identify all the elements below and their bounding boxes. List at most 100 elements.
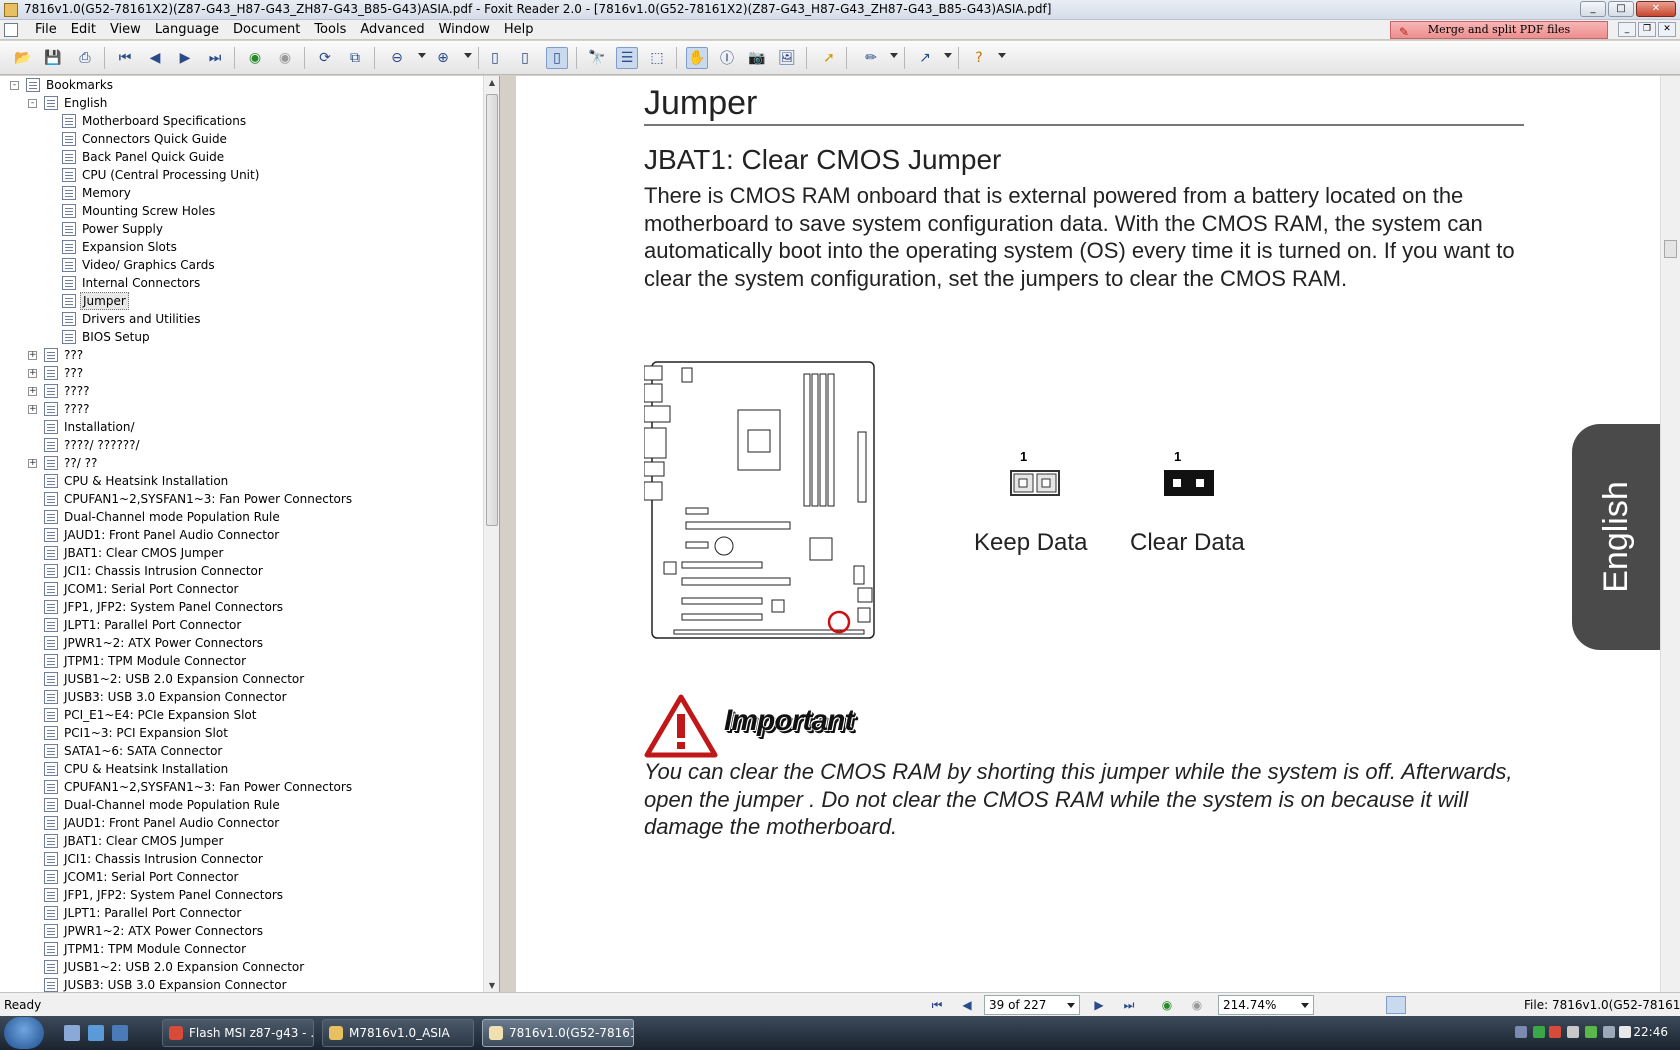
bookmark-item[interactable]: JAUD1: Front Panel Audio Connector [0, 814, 484, 832]
expand-icon[interactable]: + [28, 405, 37, 414]
bookmark-item[interactable]: JTPM1: TPM Module Connector [0, 940, 484, 958]
zoom-field[interactable]: 214.74% [1218, 995, 1314, 1015]
find-icon[interactable]: 🔭 [586, 47, 608, 69]
document-icon[interactable] [4, 23, 18, 37]
menu-file[interactable]: File [28, 22, 64, 38]
bookmark-item[interactable]: PCI1~3: PCI Expansion Slot [0, 724, 484, 742]
minimize-button[interactable]: _ [1580, 1, 1606, 17]
status-forward-icon[interactable]: ◉ [1188, 997, 1206, 1013]
view-continuous-facing-icon[interactable] [1448, 996, 1468, 1014]
single-page-icon[interactable]: ▯ [484, 47, 506, 69]
show-desktop-icon[interactable] [64, 1025, 80, 1041]
tray-display-icon[interactable] [1603, 1026, 1615, 1038]
bookmark-language-group[interactable]: +??? [0, 364, 484, 382]
hand-tool-icon[interactable]: ✋ [686, 47, 708, 69]
bookmark-item[interactable]: Dual-Channel mode Population Rule [0, 796, 484, 814]
bookmark-item[interactable]: JCOM1: Serial Port Connector [0, 580, 484, 598]
bookmark-english[interactable]: - English [0, 94, 484, 112]
help-dropdown-icon[interactable] [998, 53, 1006, 58]
clock[interactable]: 22:46 [1633, 1025, 1668, 1039]
tray-speaker-icon[interactable] [1619, 1026, 1631, 1038]
view-single-icon[interactable] [1356, 996, 1376, 1014]
fit-page-icon[interactable]: ▯ [514, 47, 536, 69]
expand-icon[interactable]: + [28, 369, 37, 378]
bookmark-language-group[interactable]: +???? [0, 400, 484, 418]
forward-icon[interactable]: ◉ [274, 47, 296, 69]
status-last-page-icon[interactable]: ⏭ [1120, 997, 1138, 1013]
document-view[interactable]: Jumper JBAT1: Clear CMOS Jumper There is… [516, 76, 1660, 992]
bookmark-language-group[interactable]: +??? [0, 346, 484, 364]
bookmark-item[interactable]: ????/ ??????/ [0, 436, 484, 454]
bookmark-item[interactable]: CPUFAN1~2,SYSFAN1~3: Fan Power Connector… [0, 778, 484, 796]
bookmark-item[interactable]: Motherboard Specifications [0, 112, 484, 130]
tray-volume-icon[interactable] [1567, 1026, 1579, 1038]
bookmark-language-group[interactable]: + ??/ ?? [0, 454, 484, 472]
bookmark-item[interactable]: SATA1~6: SATA Connector [0, 742, 484, 760]
bookmark-item[interactable]: CPU (Central Processing Unit) [0, 166, 484, 184]
bookmark-item[interactable]: Mounting Screw Holes [0, 202, 484, 220]
bookmark-item[interactable]: Power Supply [0, 220, 484, 238]
zoom-out-dropdown-icon[interactable] [418, 53, 426, 58]
arrow-tool-icon[interactable]: ↗ [914, 47, 936, 69]
maximize-button[interactable]: □ [1608, 1, 1634, 17]
status-back-icon[interactable]: ◉ [1158, 997, 1176, 1013]
menu-language[interactable]: Language [148, 22, 226, 38]
menu-view[interactable]: View [103, 22, 148, 38]
expand-icon[interactable]: + [28, 351, 37, 360]
menu-help[interactable]: Help [497, 22, 541, 38]
ie-icon[interactable] [88, 1025, 104, 1041]
bookmark-item[interactable]: Jumper [0, 292, 484, 310]
annotate-icon[interactable]: ✏ [860, 47, 882, 69]
bookmark-item[interactable]: JFP1, JFP2: System Panel Connectors [0, 886, 484, 904]
view-continuous-icon[interactable] [1386, 996, 1406, 1014]
bookmark-item[interactable]: JLPT1: Parallel Port Connector [0, 616, 484, 634]
image-icon[interactable]: 🖼 [776, 47, 798, 69]
collapse-icon[interactable]: - [10, 81, 19, 90]
bookmark-item[interactable]: Dual-Channel mode Population Rule [0, 508, 484, 526]
status-first-page-icon[interactable]: ⏮ [928, 997, 946, 1013]
snapshot-icon[interactable]: 📷 [746, 47, 768, 69]
bookmark-scroll-thumb[interactable] [486, 94, 498, 526]
bookmark-item[interactable]: JBAT1: Clear CMOS Jumper [0, 832, 484, 850]
arrow-dropdown-icon[interactable] [944, 53, 952, 58]
bookmark-root[interactable]: - Bookmarks [0, 76, 484, 94]
prev-page-icon[interactable]: ◀ [144, 47, 166, 69]
bookmark-item[interactable]: PCI_E1~E4: PCIe Expansion Slot [0, 706, 484, 724]
bookmark-item[interactable]: JPWR1~2: ATX Power Connectors [0, 634, 484, 652]
explorer-icon[interactable] [112, 1025, 128, 1041]
bookmark-language-group[interactable]: +???? [0, 382, 484, 400]
bookmark-item[interactable]: JLPT1: Parallel Port Connector [0, 904, 484, 922]
bookmark-item[interactable]: JPWR1~2: ATX Power Connectors [0, 922, 484, 940]
menu-document[interactable]: Document [226, 22, 307, 38]
task-foxit[interactable]: 7816v1.0(G52-78161... [482, 1019, 634, 1047]
document-scroll-thumb[interactable] [1664, 240, 1677, 258]
bookmark-item[interactable]: CPU & Heatsink Installation [0, 472, 484, 490]
bookmark-item[interactable]: JUSB3: USB 3.0 Expansion Connector [0, 976, 484, 992]
menu-advanced[interactable]: Advanced [353, 22, 431, 38]
bookmark-item[interactable]: Video/ Graphics Cards [0, 256, 484, 274]
bookmark-scrollbar[interactable]: ▲ ▼ [483, 76, 499, 992]
tray-update-icon[interactable] [1533, 1026, 1545, 1038]
save-icon[interactable]: 💾 [42, 47, 64, 69]
last-page-icon[interactable]: ⏭ [204, 47, 226, 69]
document-scrollbar[interactable] [1660, 76, 1680, 992]
bookmark-item[interactable]: Back Panel Quick Guide [0, 148, 484, 166]
tray-nvidia-icon[interactable] [1585, 1026, 1597, 1038]
text-select-icon[interactable]: Ⓘ [716, 47, 738, 69]
zoom-out-icon[interactable]: ⊖ [386, 47, 408, 69]
zoom-in-dropdown-icon[interactable] [464, 53, 472, 58]
status-prev-page-icon[interactable]: ◀ [958, 997, 976, 1013]
menu-window[interactable]: Window [432, 22, 497, 38]
menu-tools[interactable]: Tools [307, 22, 353, 38]
doc-close-button[interactable]: ✕ [1658, 22, 1676, 37]
collapse-icon[interactable]: - [28, 99, 37, 108]
zoom-dropdown-icon[interactable] [1301, 1003, 1309, 1008]
bookmark-item[interactable]: JCI1: Chassis Intrusion Connector [0, 562, 484, 580]
help-icon[interactable]: ? [968, 47, 990, 69]
bookmark-item[interactable]: JCOM1: Serial Port Connector [0, 868, 484, 886]
print-icon[interactable]: ⎙ [74, 47, 96, 69]
continuous-icon[interactable]: ☰ [616, 47, 638, 69]
expand-icon[interactable]: + [28, 459, 37, 468]
bookmark-item[interactable]: BIOS Setup [0, 328, 484, 346]
bookmark-toggle-icon[interactable]: ⬚ [646, 47, 668, 69]
